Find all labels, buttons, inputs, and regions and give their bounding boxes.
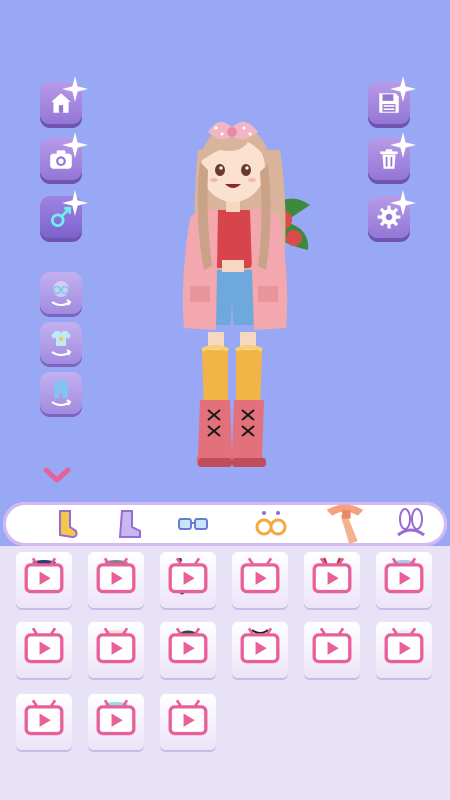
item-earphones[interactable]: [160, 552, 216, 608]
video-ad-icon: [24, 557, 64, 594]
trash-button[interactable]: [368, 132, 416, 180]
item-navy-scarf[interactable]: [16, 552, 72, 608]
category-socks[interactable]: [45, 504, 85, 544]
video-ad-icon: [96, 627, 136, 664]
video-ad-icon: [96, 557, 136, 594]
item-blue-bow[interactable]: [304, 622, 360, 678]
shirt-shuffle-icon: [51, 331, 72, 356]
random-accessory-button[interactable]: [40, 272, 82, 314]
random-outfit-button[interactable]: [40, 322, 82, 364]
item-choker[interactable]: [232, 622, 288, 678]
video-ad-icon: [240, 627, 280, 664]
glasses-shuffle-icon: [51, 281, 72, 306]
collapse-panel-icon[interactable]: [42, 465, 72, 485]
item-black-bow[interactable]: [16, 694, 72, 750]
character-avatar: [182, 121, 310, 467]
sparkle-icon: [390, 132, 416, 158]
category-bar: [3, 502, 447, 546]
category-earrings[interactable]: [251, 504, 291, 544]
save-button[interactable]: [368, 76, 416, 124]
item-flower-lei[interactable]: [232, 552, 288, 608]
glasses-icon: [178, 518, 208, 530]
camera-button[interactable]: [40, 132, 88, 180]
video-ad-icon: [96, 699, 136, 736]
item-headphones[interactable]: [160, 622, 216, 678]
item-white-scarf[interactable]: [376, 622, 432, 678]
video-ad-icon: [312, 627, 352, 664]
item-light-blue-scarf[interactable]: [376, 552, 432, 608]
bunny-ears-icon: [397, 508, 425, 537]
earrings-icon: [255, 511, 287, 536]
category-scarf[interactable]: [321, 496, 369, 544]
sock-icon: [59, 510, 78, 539]
video-ad-icon: [24, 699, 64, 736]
video-ad-icon: [168, 557, 208, 594]
item-id-lanyard[interactable]: [304, 552, 360, 608]
video-ad-icon: [168, 699, 208, 736]
video-ad-icon: [384, 627, 424, 664]
category-bunny-headband[interactable]: [391, 504, 431, 544]
boot-icon: [118, 510, 141, 538]
category-boots[interactable]: [109, 504, 149, 544]
video-ad-icon: [384, 557, 424, 594]
sparkle-icon: [62, 132, 88, 158]
video-ad-icon: [24, 627, 64, 664]
item-aqua-scarf[interactable]: [88, 694, 144, 750]
sparkle-icon: [62, 76, 88, 102]
scarf-icon: [326, 504, 364, 544]
sparkle-icon: [390, 76, 416, 102]
item-black-ribbon[interactable]: [160, 694, 216, 750]
home-button[interactable]: [40, 76, 88, 124]
random-bottom-button[interactable]: [40, 372, 82, 414]
sparkle-icon: [62, 190, 88, 216]
pants-shuffle-icon: [51, 381, 72, 406]
item-paw-scarf[interactable]: [88, 622, 144, 678]
dress-up-screen: { "toolbar_left": [ {"name":"home-button…: [0, 0, 450, 800]
video-ad-icon: [240, 557, 280, 594]
item-camera-strap[interactable]: [16, 622, 72, 678]
sparkle-icon: [390, 190, 416, 216]
video-ad-icon: [312, 557, 352, 594]
gender-button[interactable]: [40, 190, 88, 238]
category-glasses[interactable]: [173, 504, 213, 544]
settings-button[interactable]: [368, 190, 416, 238]
item-gray-knit-scarf[interactable]: [88, 552, 144, 608]
video-ad-icon: [168, 627, 208, 664]
